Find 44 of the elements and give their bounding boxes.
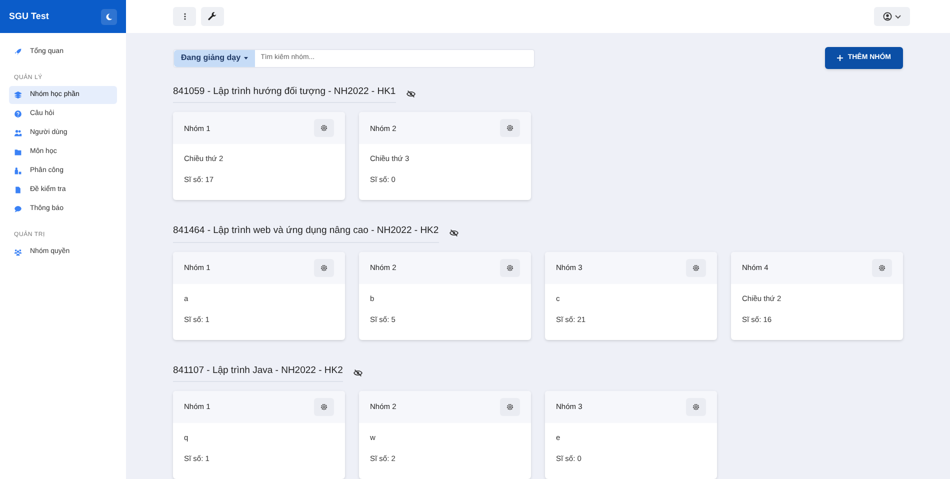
- settings-button[interactable]: [314, 119, 334, 138]
- settings-button[interactable]: [500, 258, 520, 276]
- rocket-icon: [14, 48, 22, 56]
- comment-icon: [14, 205, 22, 213]
- settings-button[interactable]: [314, 258, 334, 276]
- gear-icon: [320, 124, 328, 132]
- settings-button[interactable]: [686, 398, 706, 416]
- gear-icon: [320, 264, 328, 272]
- course-title: 841107 - Lập trình Java - NH2022 - HK2: [173, 364, 343, 382]
- caret-icon: [244, 56, 248, 60]
- eye-slash-icon[interactable]: [448, 229, 459, 238]
- gear-icon: [320, 402, 328, 411]
- dark-mode-button[interactable]: [101, 8, 117, 24]
- gear-icon: [878, 264, 886, 272]
- course-title: 841059 - Lập trình hướng đối tượng - NH2022 - HK1: [173, 85, 396, 104]
- file-icon: [14, 186, 22, 194]
- eye-slash-icon[interactable]: [352, 368, 363, 377]
- filter-dropdown[interactable]: Đang giảng dạy: [174, 50, 255, 66]
- gear-icon: [506, 124, 514, 132]
- gear-icon: [506, 264, 514, 272]
- brand-title: SGU Test: [9, 10, 49, 23]
- chevron-down-icon: [895, 14, 901, 18]
- gear-icon: [506, 402, 514, 411]
- gear-icon: [692, 402, 700, 411]
- course-title: 841464 - Lập trình web và ứng dụng nâng cao - NH2022 - HK2: [173, 224, 439, 242]
- people-group-icon: [14, 248, 22, 256]
- folder-icon: [14, 148, 22, 156]
- settings-button[interactable]: [500, 398, 520, 416]
- gear-icon: [692, 264, 700, 272]
- plus-icon: [836, 55, 843, 61]
- layers-icon: [14, 91, 22, 99]
- users-icon: [14, 129, 22, 137]
- question-circle-icon: [14, 110, 22, 118]
- moon-icon: [105, 12, 113, 20]
- wrench-icon: [208, 12, 217, 21]
- eye-slash-icon[interactable]: [406, 90, 416, 98]
- settings-button[interactable]: [500, 119, 520, 138]
- settings-button[interactable]: [686, 258, 706, 276]
- tools-button[interactable]: [201, 7, 224, 26]
- user-menu-button[interactable]: [874, 7, 910, 26]
- user-circle-icon: [883, 12, 892, 21]
- person-task-icon: [14, 167, 22, 175]
- settings-button[interactable]: [872, 258, 892, 276]
- settings-button[interactable]: [314, 398, 334, 416]
